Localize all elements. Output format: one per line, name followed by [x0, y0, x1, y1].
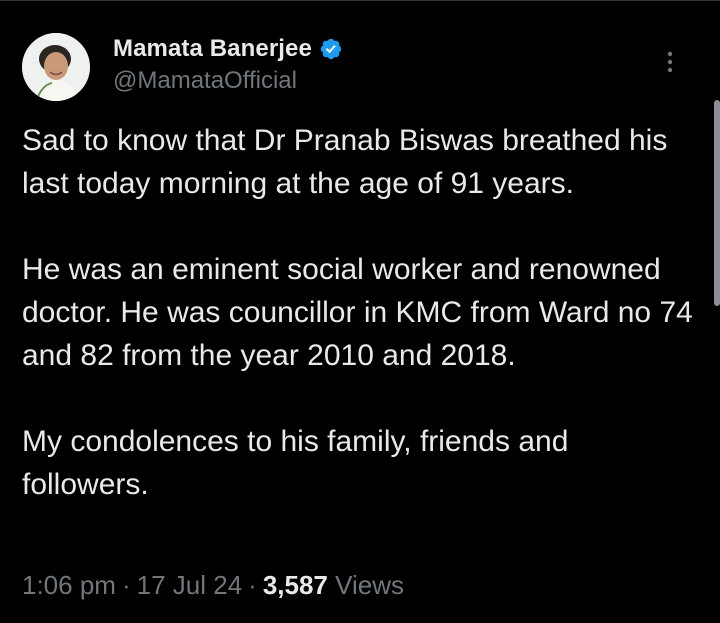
- tweet-paragraph: Sad to know that Dr Pranab Biswas breath…: [22, 124, 668, 200]
- scrollbar-thumb[interactable]: [714, 100, 720, 306]
- meta-separator: ·: [248, 570, 257, 600]
- verified-badge-icon[interactable]: [319, 37, 343, 61]
- more-options-button[interactable]: [656, 48, 684, 76]
- display-name-row: Mamata Banerjee: [113, 33, 343, 65]
- tweet-date[interactable]: 17 Jul 24: [137, 570, 243, 600]
- avatar[interactable]: [22, 33, 90, 101]
- views-label: Views: [335, 570, 405, 600]
- tweet-meta: 1:06 pm · 17 Jul 24 · 3,587 Views: [22, 570, 404, 601]
- views-count: 3,587: [262, 570, 328, 600]
- author-handle[interactable]: @MamataOfficial: [113, 67, 343, 95]
- tweet-text: Sad to know that Dr Pranab Biswas breath…: [22, 119, 702, 506]
- author-names: Mamata Banerjee @MamataOfficial: [113, 33, 343, 95]
- tweet-time[interactable]: 1:06 pm: [22, 570, 116, 600]
- display-name[interactable]: Mamata Banerjee: [113, 35, 312, 63]
- tweet-paragraph: He was an eminent social worker and reno…: [22, 253, 693, 372]
- top-divider: [0, 0, 720, 1]
- tweet-header: Mamata Banerjee @MamataOfficial: [22, 33, 712, 105]
- meta-separator: ·: [121, 570, 131, 600]
- more-vertical-icon: [667, 51, 673, 73]
- tweet-paragraph: My condolences to his family, friends an…: [22, 425, 569, 501]
